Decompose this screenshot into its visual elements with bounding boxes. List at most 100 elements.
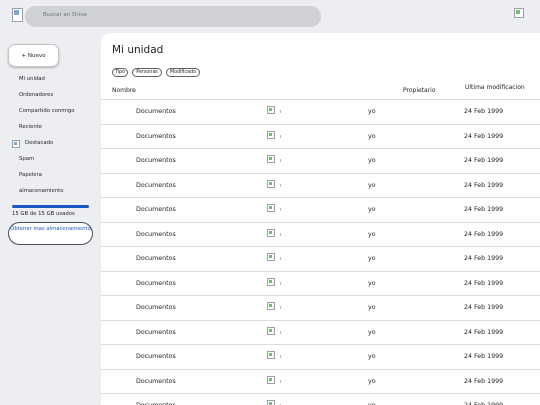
file-owner: yo [368,255,376,262]
file-name[interactable]: Documentos [136,353,176,360]
file-row[interactable]: Documentos yo 24 Feb 1999 [101,321,540,345]
file-name[interactable]: Documentos [136,182,176,189]
account-avatar-broken-image-icon[interactable] [514,8,524,18]
file-row[interactable]: Documentos yo 24 Feb 1999 [101,174,540,198]
thumbnail-alt-mark [280,355,281,358]
sidebar-item-spam[interactable]: Spam [19,156,34,162]
page-title: Mi unidad [112,44,164,56]
file-owner: yo [368,353,376,360]
thumbnail-alt-mark [280,134,281,138]
thumbnail-alt-mark [280,110,281,113]
file-row[interactable]: Documentos yo 24 Feb 1999 [101,296,540,321]
search-bar[interactable]: Buscar en Drive [25,6,321,27]
file-modified-date: 24 Feb 1999 [464,353,504,360]
sidebar-item-trash[interactable]: Papelera [19,172,42,178]
filter-chip-modified[interactable]: Modificado [166,68,200,77]
file-name[interactable]: Documentos [136,133,176,140]
drive-logo-broken-image-icon[interactable] [12,8,23,22]
file-owner: yo [368,304,376,311]
new-button[interactable]: + Nuevo [8,44,59,67]
sidebar-item-recent[interactable]: Reciente [19,124,42,130]
file-row[interactable]: Documentos yo 24 Feb 1999 [101,198,540,223]
thumbnail-alt-mark [280,232,281,236]
file-thumbnail-broken-image-icon [267,400,275,405]
file-owner: yo [368,206,376,213]
file-thumbnail-broken-image-icon [267,228,275,237]
file-owner: yo [368,132,376,140]
file-modified-date: 24 Feb 1999 [464,108,504,115]
file-thumbnail-broken-image-icon [267,179,275,188]
file-modified-date: 24 Feb 1999 [464,132,504,140]
thumbnail-alt-mark [280,379,281,383]
search-placeholder[interactable]: Buscar en Drive [43,12,87,18]
storage-progress-bar [12,205,89,208]
storage-usage-text: 15 GB de 15 GB usados [12,211,75,217]
top-bar: Buscar en Drive [0,0,540,33]
column-header-name[interactable]: Nombre [112,87,136,94]
sidebar-item-starred[interactable]: Destacado [25,140,53,146]
file-name[interactable]: Documentos [136,329,176,336]
sidebar-item-storage[interactable]: almacenamiento [19,188,63,194]
file-modified-date: 24 Feb 1999 [464,328,504,336]
file-thumbnail-broken-image-icon [267,326,275,335]
file-owner: yo [368,328,376,336]
file-name[interactable]: Documentos [136,108,176,115]
file-owner: yo [368,377,376,385]
file-name[interactable]: Documentos [136,231,176,238]
main-content: Mi unidad Tipo Personas Modificado Nombr… [101,33,540,405]
filter-chip-people[interactable]: Personas [132,68,162,77]
starred-broken-image-icon [12,140,20,148]
file-modified-date: 24 Feb 1999 [464,157,504,164]
file-thumbnail-broken-image-icon [267,375,275,384]
file-row[interactable]: Documentosyo24 Feb 1999 [101,394,540,405]
column-header-modified[interactable]: Ultima modificacion [465,84,525,91]
file-owner: yo [368,279,376,287]
file-thumbnail-broken-image-icon [267,277,275,286]
file-modified-date: 24 Feb 1999 [464,279,504,287]
sidebar-item-my-drive[interactable]: Mi unidad [19,76,45,82]
filter-chip-type[interactable]: Tipo [112,68,128,77]
file-row[interactable]: Documentos yo 24 Feb 1999 [101,125,540,149]
file-row[interactable]: Documentos yo 24 Feb 1999 [101,345,540,370]
sidebar-item-shared-with-me[interactable]: Compartido conmigo [19,108,74,114]
storage-progress-fill [12,205,89,208]
file-row[interactable]: Documentos yo 24 Feb 1999 [101,272,540,296]
sidebar: + Nuevo Mi unidad Ordenadores Compartido… [0,33,101,405]
file-name[interactable]: Documentos [136,304,176,311]
thumbnail-alt-mark [280,208,281,211]
get-more-storage-button[interactable]: Obtener mas almacenamiento [8,222,93,245]
file-thumbnail-broken-image-icon [267,253,275,261]
file-modified-date: 24 Feb 1999 [464,181,504,189]
file-name[interactable]: Documentos [136,157,176,164]
file-thumbnail-broken-image-icon [267,302,275,310]
file-row[interactable]: Documentos yo 24 Feb 1999 [101,370,540,394]
file-name[interactable]: Documentos [136,255,176,262]
thumbnail-alt-mark [280,257,281,260]
file-row[interactable]: Documentos yo 24 Feb 1999 [101,100,540,125]
file-owner: yo [368,230,376,238]
file-row[interactable]: Documentos yo 24 Feb 1999 [101,149,540,174]
thumbnail-alt-mark [280,306,281,309]
file-modified-date: 24 Feb 1999 [464,206,504,213]
column-header-owner[interactable]: Propietario [403,87,436,94]
file-row[interactable]: Documentos yo 24 Feb 1999 [101,223,540,247]
file-modified-date: 24 Feb 1999 [464,304,504,311]
file-modified-date: 24 Feb 1999 [464,377,504,385]
file-row[interactable]: Documentosyo24 Feb 1999 [101,247,540,272]
sidebar-item-computers[interactable]: Ordenadores [19,92,53,98]
file-owner: yo [368,181,376,189]
thumbnail-alt-mark [280,183,281,187]
file-name[interactable]: Documentos [136,280,176,287]
thumbnail-alt-mark [280,159,281,162]
thumbnail-alt-mark [280,330,281,334]
file-owner: yo [368,108,376,115]
file-modified-date: 24 Feb 1999 [464,230,504,238]
file-name[interactable]: Documentos [136,206,176,213]
file-thumbnail-broken-image-icon [267,351,275,359]
thumbnail-alt-mark [280,281,281,285]
file-owner: yo [368,157,376,164]
file-name[interactable]: Documentos [136,378,176,385]
file-thumbnail-broken-image-icon [267,155,275,163]
file-thumbnail-broken-image-icon [267,106,275,114]
file-thumbnail-broken-image-icon [267,204,275,212]
